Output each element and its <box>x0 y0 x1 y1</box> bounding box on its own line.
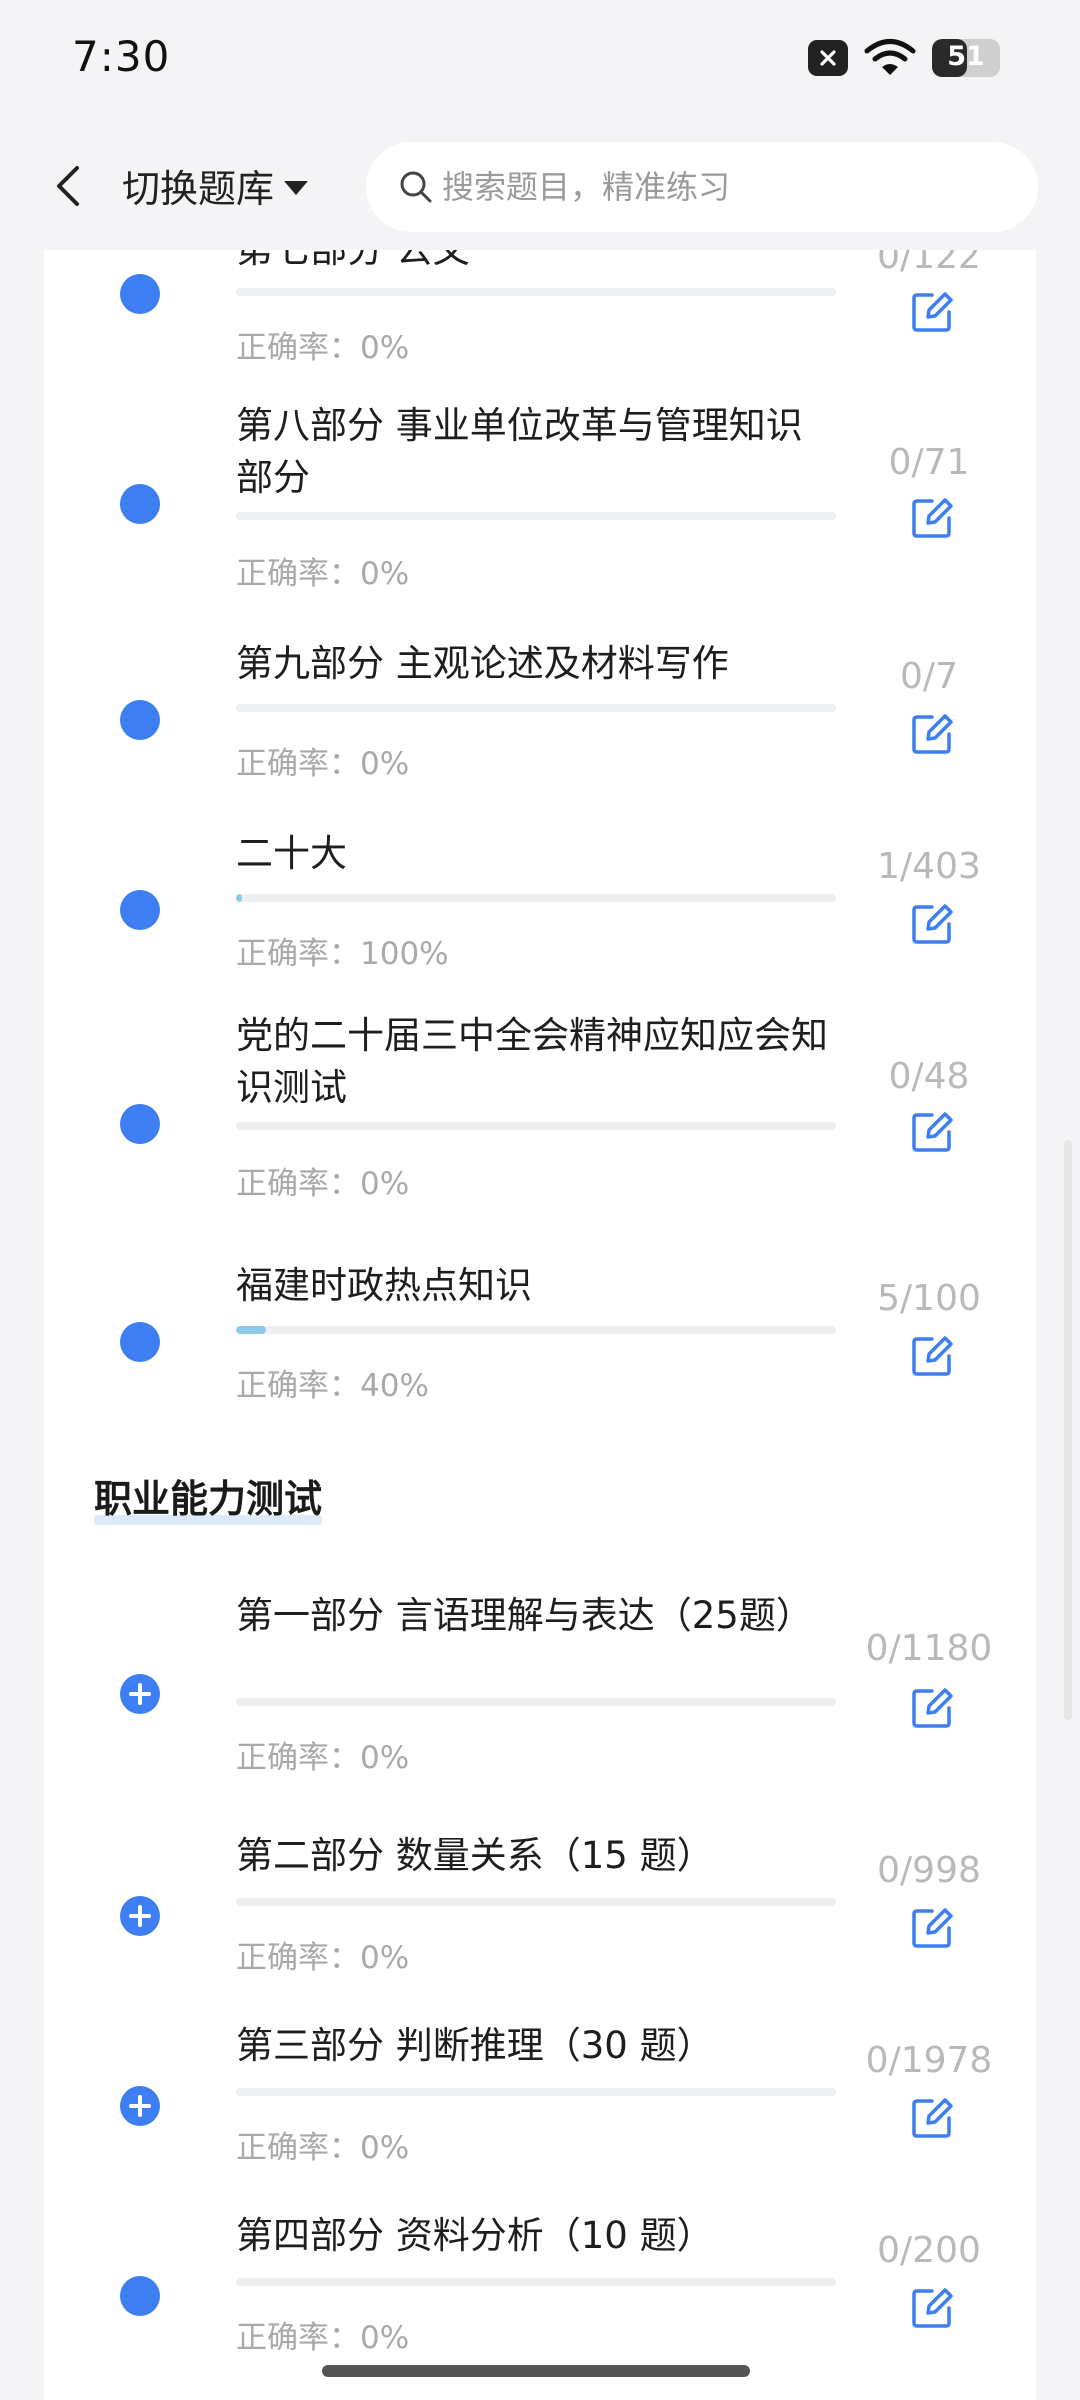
question-bank-list: 第七部分 公文 正确率：0% 0/122 第八部分 事业单位改革与管理知识部分 … <box>44 180 1036 2400</box>
list-item[interactable]: 第三部分 判断推理（30 题） 正确率：0% 0/1978 <box>44 2020 1036 2220</box>
accuracy-rate: 正确率：0% <box>236 556 410 592</box>
status-time: 7:30 <box>72 32 171 81</box>
progress-bar <box>236 288 836 296</box>
expand-button[interactable] <box>120 1674 160 1714</box>
edit-icon[interactable] <box>910 496 954 540</box>
accuracy-rate: 正确率：0% <box>236 1940 410 1976</box>
accuracy-rate: 正确率：100% <box>236 936 449 972</box>
edit-icon[interactable] <box>910 902 954 946</box>
answered-count: 0/71 <box>888 442 970 483</box>
answered-count: 0/48 <box>888 1056 970 1097</box>
section-title: 职业能力测试 <box>94 1468 323 1525</box>
list-item[interactable]: 二十大 正确率：100% 1/403 <box>44 818 1036 1018</box>
accuracy-rate: 正确率：0% <box>236 2130 410 2166</box>
back-button[interactable] <box>40 156 96 216</box>
item-title: 第八部分 事业单位改革与管理知识部分 <box>236 404 803 499</box>
battery-icon: 51 <box>932 39 1000 77</box>
chevron-left-icon <box>57 166 79 206</box>
plus-icon <box>129 1905 151 1927</box>
answered-count: 1/403 <box>877 846 981 887</box>
answered-count: 5/100 <box>877 1278 981 1319</box>
notification-close-icon <box>808 40 848 76</box>
progress-bar <box>236 1898 836 1906</box>
edit-icon[interactable] <box>910 1906 954 1950</box>
edit-icon[interactable] <box>910 1334 954 1378</box>
list-item[interactable]: 第七部分 公文 正确率：0% 0/122 <box>44 250 1036 390</box>
wifi-icon <box>864 39 916 75</box>
edit-icon[interactable] <box>910 712 954 756</box>
answered-count: 0/7 <box>900 656 958 697</box>
item-title: 第二部分 数量关系（15 题） <box>236 1834 714 1877</box>
scrollbar[interactable] <box>1064 1140 1072 1720</box>
item-title: 二十大 <box>236 832 347 875</box>
answered-count: 0/200 <box>877 2230 981 2271</box>
progress-bar <box>236 1326 836 1334</box>
plus-icon <box>129 1683 151 1705</box>
list-item[interactable]: 第二部分 数量关系（15 题） 正确率：0% 0/998 <box>44 1830 1036 2030</box>
search-input[interactable] <box>442 168 1002 206</box>
expand-button[interactable] <box>120 1896 160 1936</box>
item-title: 福建时政热点知识 <box>236 1264 532 1307</box>
progress-bar <box>236 512 836 520</box>
progress-bar <box>236 1122 836 1130</box>
status-dot <box>120 1322 160 1362</box>
progress-bar <box>236 1698 836 1706</box>
status-bar: 7:30 51 <box>0 0 1080 120</box>
switch-question-bank[interactable]: 切换题库 <box>122 158 309 213</box>
expand-button[interactable] <box>120 2086 160 2126</box>
edit-icon[interactable] <box>910 2286 954 2330</box>
status-dot <box>120 274 160 314</box>
item-title: 第七部分 公文 <box>236 250 836 276</box>
edit-icon[interactable] <box>910 1686 954 1730</box>
top-bar: 切换题库 <box>0 120 1080 250</box>
item-title: 党的二十届三中全会精神应知应会知识测试 <box>236 1014 828 1109</box>
item-title: 第三部分 判断推理（30 题） <box>236 2024 714 2067</box>
accuracy-rate: 正确率：0% <box>236 1740 410 1776</box>
list-item[interactable]: 福建时政热点知识 正确率：40% 5/100 <box>44 1250 1036 1450</box>
accuracy-rate: 正确率：40% <box>236 1368 429 1404</box>
search-box[interactable] <box>366 142 1038 232</box>
answered-count: 0/1978 <box>865 2040 993 2081</box>
status-dot <box>120 700 160 740</box>
list-viewport: 第七部分 公文 正确率：0% 0/122 第八部分 事业单位改革与管理知识部分 … <box>44 250 1036 2400</box>
list-item[interactable]: 第八部分 事业单位改革与管理知识部分 正确率：0% 0/71 <box>44 390 1036 610</box>
item-title: 第四部分 资料分析（10 题） <box>236 2214 714 2257</box>
list-item[interactable]: 第一部分 言语理解与表达（25题） 正确率：0% 0/1180 <box>44 1590 1036 1810</box>
accuracy-rate: 正确率：0% <box>236 1166 410 1202</box>
list-item[interactable]: 党的二十届三中全会精神应知应会知识测试 正确率：0% 0/48 <box>44 1010 1036 1230</box>
battery-percent: 51 <box>947 41 985 72</box>
item-title: 第一部分 言语理解与表达（25题） <box>236 1594 813 1637</box>
list-item[interactable]: 第九部分 主观论述及材料写作 正确率：0% 0/7 <box>44 628 1036 828</box>
progress-bar <box>236 2088 836 2096</box>
progress-bar <box>236 704 836 712</box>
answered-count: 0/998 <box>877 1850 981 1891</box>
plus-icon <box>129 2095 151 2117</box>
edit-icon[interactable] <box>910 2096 954 2140</box>
accuracy-rate: 正确率：0% <box>236 330 410 366</box>
progress-bar <box>236 2278 836 2286</box>
answered-count: 0/1180 <box>865 1628 993 1669</box>
edit-icon[interactable] <box>910 1110 954 1154</box>
status-icons: 51 <box>808 38 1000 78</box>
progress-bar <box>236 894 836 902</box>
screen: 7:30 51 切换题库 搜索题目，精准练习 正确率：0% 0/122 第八部分… <box>0 0 1080 2400</box>
status-dot <box>120 890 160 930</box>
answered-count: 0/122 <box>877 250 981 277</box>
caret-down-icon <box>284 180 309 195</box>
switch-question-bank-label: 切换题库 <box>122 167 275 211</box>
search-icon <box>400 171 432 203</box>
item-title: 第九部分 主观论述及材料写作 <box>236 642 729 685</box>
status-dot <box>120 1104 160 1144</box>
edit-icon[interactable] <box>910 290 954 334</box>
home-indicator[interactable] <box>322 2365 750 2377</box>
status-dot <box>120 2276 160 2316</box>
accuracy-rate: 正确率：0% <box>236 2320 410 2356</box>
accuracy-rate: 正确率：0% <box>236 746 410 782</box>
status-dot <box>120 484 160 524</box>
